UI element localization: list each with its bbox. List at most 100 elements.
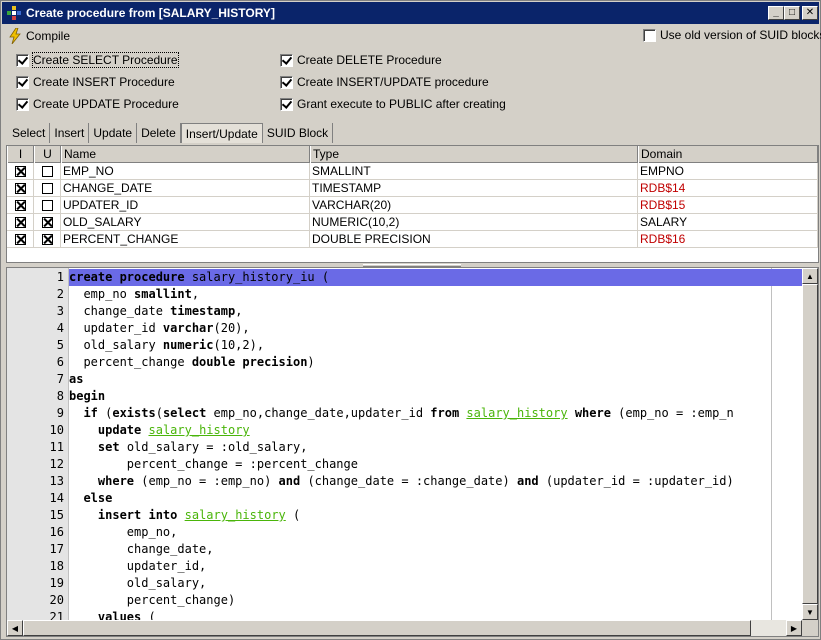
- header-domain[interactable]: Domain: [638, 146, 818, 163]
- title-bar[interactable]: Create procedure from [SALARY_HISTORY] _…: [2, 2, 819, 24]
- update-checkbox[interactable]: [41, 166, 53, 177]
- update-checkbox[interactable]: [41, 217, 53, 228]
- insert-checkbox[interactable]: [14, 166, 26, 177]
- code-line[interactable]: where (emp_no = :emp_no) and (change_dat…: [69, 473, 802, 490]
- checkbox-box[interactable]: [280, 53, 293, 67]
- insert-flag-cell[interactable]: [7, 197, 34, 214]
- horizontal-scrollbar[interactable]: ◀ ▶: [7, 620, 802, 636]
- field-name-cell[interactable]: UPDATER_ID: [61, 197, 310, 214]
- field-type-cell[interactable]: SMALLINT: [310, 163, 638, 180]
- field-name-cell[interactable]: EMP_NO: [61, 163, 310, 180]
- tab-delete[interactable]: Delete: [137, 123, 181, 143]
- sql-editor[interactable]: 1 2 3 4 5 6 7 8 9 10 11 12 13 14 15 16 17 18 19 20 21 create…: [6, 267, 819, 637]
- minimize-button[interactable]: _: [768, 6, 784, 20]
- table-link[interactable]: salary_history: [185, 508, 286, 522]
- insert-checkbox[interactable]: [14, 183, 26, 194]
- update-flag-cell[interactable]: [34, 163, 61, 180]
- vertical-scroll-thumb[interactable]: [802, 284, 818, 604]
- table-link[interactable]: salary_history: [466, 406, 567, 420]
- code-line[interactable]: change_date timestamp,: [69, 303, 802, 320]
- scroll-right-button[interactable]: ▶: [786, 620, 802, 636]
- scroll-down-button[interactable]: ▼: [802, 604, 818, 620]
- code-line[interactable]: as: [69, 371, 802, 388]
- checkbox-box[interactable]: [16, 75, 29, 89]
- insert-flag-cell[interactable]: [7, 214, 34, 231]
- compile-button[interactable]: Compile: [8, 26, 70, 46]
- header-name[interactable]: Name: [61, 146, 310, 163]
- update-flag-cell[interactable]: [34, 180, 61, 197]
- create-update-checkbox[interactable]: Create UPDATE Procedure: [16, 97, 179, 111]
- code-line[interactable]: percent_change double precision): [69, 354, 802, 371]
- create-insert-checkbox[interactable]: Create INSERT Procedure: [16, 75, 175, 89]
- table-row[interactable]: UPDATER_ID VARCHAR(20) RDB$15: [7, 197, 818, 214]
- code-line[interactable]: values (: [69, 609, 802, 620]
- checkbox-box[interactable]: [280, 75, 293, 89]
- table-row[interactable]: OLD_SALARY NUMERIC(10,2) SALARY: [7, 214, 818, 231]
- code-line[interactable]: emp_no,: [69, 524, 802, 541]
- code-line[interactable]: insert into salary_history (: [69, 507, 802, 524]
- tab-select[interactable]: Select: [8, 123, 51, 143]
- update-flag-cell[interactable]: [34, 197, 61, 214]
- horizontal-scroll-thumb[interactable]: [23, 620, 751, 636]
- field-type-cell[interactable]: TIMESTAMP: [310, 180, 638, 197]
- field-type-cell[interactable]: DOUBLE PRECISION: [310, 231, 638, 248]
- field-name-cell[interactable]: PERCENT_CHANGE: [61, 231, 310, 248]
- code-line[interactable]: update salary_history: [69, 422, 802, 439]
- old-suid-checkbox[interactable]: Use old version of SUID blocks: [643, 28, 821, 42]
- code-line[interactable]: if (exists(select emp_no,change_date,upd…: [69, 405, 802, 422]
- tab-update[interactable]: Update: [89, 123, 138, 143]
- field-name-cell[interactable]: CHANGE_DATE: [61, 180, 310, 197]
- checkbox-box[interactable]: [280, 97, 293, 111]
- update-checkbox[interactable]: [41, 200, 53, 211]
- code-area[interactable]: create procedure salary_history_iu ( emp…: [69, 268, 802, 620]
- grant-execute-checkbox[interactable]: Grant execute to PUBLIC after creating: [280, 97, 506, 111]
- insert-checkbox[interactable]: [14, 200, 26, 211]
- create-delete-checkbox[interactable]: Create DELETE Procedure: [280, 53, 442, 67]
- code-line[interactable]: else: [69, 490, 802, 507]
- code-line[interactable]: set old_salary = :old_salary,: [69, 439, 802, 456]
- close-button[interactable]: ✕: [802, 6, 818, 20]
- header-i[interactable]: I: [7, 146, 34, 163]
- checkbox-box[interactable]: [16, 97, 29, 111]
- field-domain-cell[interactable]: RDB$16: [638, 231, 818, 248]
- code-line[interactable]: old_salary numeric(10,2),: [69, 337, 802, 354]
- field-domain-cell[interactable]: EMPNO: [638, 163, 818, 180]
- table-row[interactable]: CHANGE_DATE TIMESTAMP RDB$14: [7, 180, 818, 197]
- insert-checkbox[interactable]: [14, 234, 26, 245]
- table-row[interactable]: PERCENT_CHANGE DOUBLE PRECISION RDB$16: [7, 231, 818, 248]
- scroll-up-button[interactable]: ▲: [802, 268, 818, 284]
- field-domain-cell[interactable]: SALARY: [638, 214, 818, 231]
- update-flag-cell[interactable]: [34, 214, 61, 231]
- table-row[interactable]: EMP_NO SMALLINT EMPNO: [7, 163, 818, 180]
- create-select-checkbox[interactable]: Create SELECT Procedure: [16, 52, 179, 68]
- maximize-button[interactable]: □: [784, 6, 800, 20]
- create-insert-update-checkbox[interactable]: Create INSERT/UPDATE procedure: [280, 75, 489, 89]
- old-suid-box[interactable]: [643, 28, 656, 42]
- code-line[interactable]: percent_change): [69, 592, 802, 609]
- insert-flag-cell[interactable]: [7, 180, 34, 197]
- update-checkbox[interactable]: [41, 234, 53, 245]
- field-domain-cell[interactable]: RDB$14: [638, 180, 818, 197]
- field-name-cell[interactable]: OLD_SALARY: [61, 214, 310, 231]
- header-type[interactable]: Type: [310, 146, 638, 163]
- code-line-current[interactable]: create procedure salary_history_iu (: [69, 269, 802, 286]
- table-link[interactable]: salary_history: [149, 423, 250, 437]
- code-line[interactable]: updater_id,: [69, 558, 802, 575]
- field-type-cell[interactable]: VARCHAR(20): [310, 197, 638, 214]
- tab-insert-update[interactable]: Insert/Update: [180, 123, 263, 143]
- scroll-left-button[interactable]: ◀: [7, 620, 23, 636]
- code-line[interactable]: change_date,: [69, 541, 802, 558]
- tab-suid-block[interactable]: SUID Block: [263, 123, 334, 143]
- update-flag-cell[interactable]: [34, 231, 61, 248]
- field-type-cell[interactable]: NUMERIC(10,2): [310, 214, 638, 231]
- insert-checkbox[interactable]: [14, 217, 26, 228]
- insert-flag-cell[interactable]: [7, 163, 34, 180]
- update-checkbox[interactable]: [41, 183, 53, 194]
- header-u[interactable]: U: [34, 146, 61, 163]
- code-line[interactable]: emp_no smallint,: [69, 286, 802, 303]
- code-line[interactable]: old_salary,: [69, 575, 802, 592]
- checkbox-box[interactable]: [16, 53, 29, 67]
- tab-insert[interactable]: Insert: [50, 123, 90, 143]
- vertical-scrollbar[interactable]: ▲ ▼: [802, 268, 818, 620]
- code-line[interactable]: percent_change = :percent_change: [69, 456, 802, 473]
